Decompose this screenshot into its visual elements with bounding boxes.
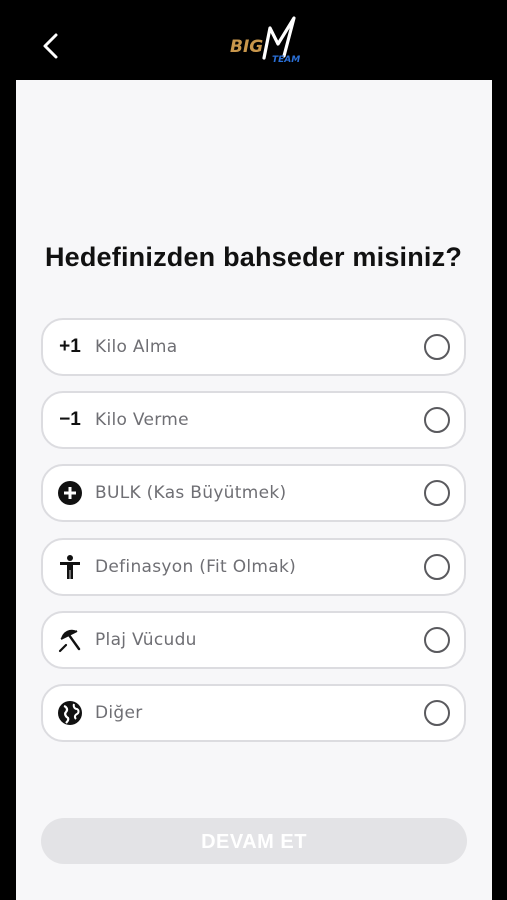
option-label: Plaj Vücudu: [95, 630, 197, 650]
beach-umbrella-icon: [56, 626, 84, 654]
plus-circle-icon: [56, 479, 84, 507]
minus-one-icon: −1: [59, 409, 81, 430]
option-label: Definasyon (Fit Olmak): [95, 557, 297, 577]
page-title: Hedefinizden bahseder misiniz?: [44, 242, 463, 272]
plus-one-icon: +1: [59, 336, 81, 357]
person-icon: [56, 553, 84, 581]
radio-button[interactable]: [424, 407, 450, 433]
option-plaj-vucudu[interactable]: Plaj Vücudu: [41, 611, 466, 669]
radio-button[interactable]: [424, 627, 450, 653]
radio-button[interactable]: [424, 480, 450, 506]
continue-button[interactable]: DEVAM ET: [41, 818, 467, 864]
option-diger[interactable]: Diğer: [41, 684, 466, 742]
back-button[interactable]: [30, 24, 70, 68]
option-label: Kilo Alma: [95, 337, 178, 357]
option-label: Kilo Verme: [95, 410, 189, 430]
radio-button[interactable]: [424, 334, 450, 360]
svg-text:TEAM: TEAM: [272, 55, 300, 65]
option-kilo-verme[interactable]: −1 Kilo Verme: [41, 391, 466, 449]
svg-text:BIG: BIG: [230, 37, 263, 57]
radio-button[interactable]: [424, 700, 450, 726]
radio-button[interactable]: [424, 554, 450, 580]
globe-icon: [56, 699, 84, 727]
option-label: BULK (Kas Büyütmek): [95, 483, 287, 503]
option-kilo-alma[interactable]: +1 Kilo Alma: [41, 318, 466, 376]
bigm-team-logo: BIG TEAM: [230, 16, 300, 65]
chevron-left-icon: [43, 33, 58, 59]
option-definasyon[interactable]: Definasyon (Fit Olmak): [41, 538, 466, 596]
top-bar: BIG TEAM: [0, 0, 507, 80]
option-bulk[interactable]: BULK (Kas Büyütmek): [41, 464, 466, 522]
option-label: Diğer: [95, 703, 143, 723]
